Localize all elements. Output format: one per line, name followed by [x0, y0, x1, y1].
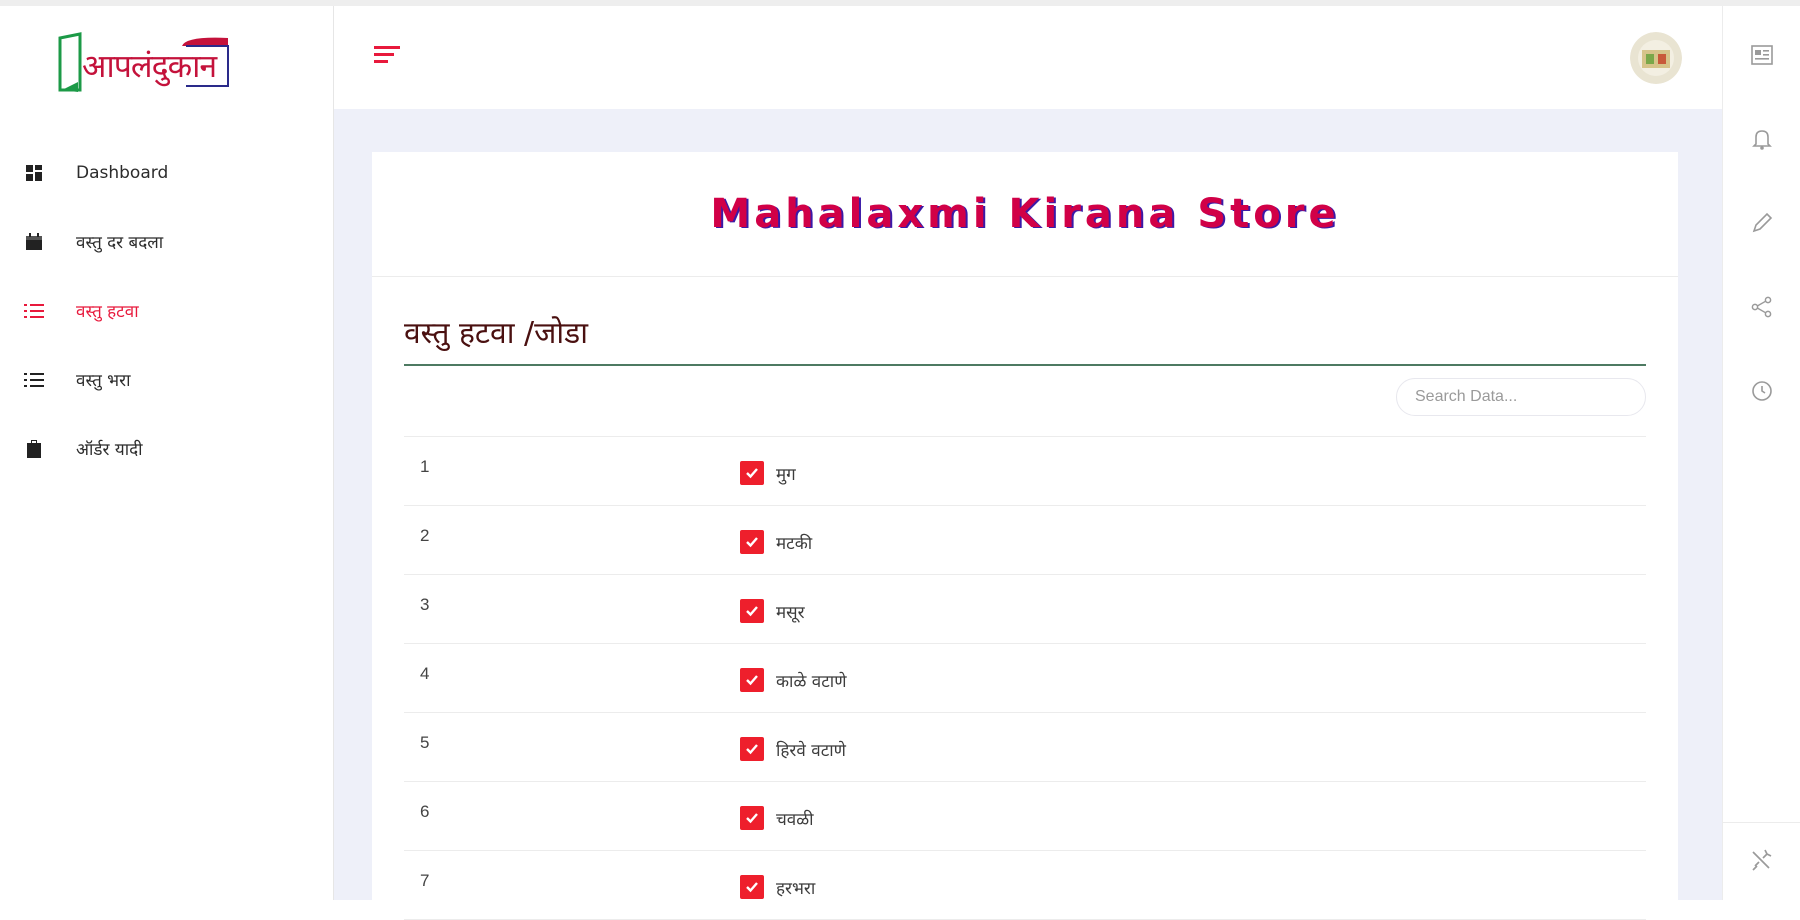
table-row: 2 मटकी	[404, 506, 1646, 575]
user-avatar[interactable]	[1630, 32, 1682, 84]
table-row: 4 काळे वटाणे	[404, 644, 1646, 713]
list-icon	[24, 370, 44, 390]
share-icon[interactable]	[1749, 294, 1775, 320]
item-name: काळे वटाणे	[776, 672, 847, 692]
table-row: 1 मुग	[404, 437, 1646, 506]
item-checkbox[interactable]	[740, 530, 764, 554]
item-checkbox[interactable]	[740, 668, 764, 692]
row-number: 2	[420, 526, 430, 545]
section-title: वस्तु हटवा /जोडा	[404, 277, 1646, 366]
row-number: 7	[420, 871, 430, 890]
rail-divider	[1723, 822, 1800, 823]
sidebar-item-label: वस्तु भरा	[76, 371, 131, 391]
row-number: 5	[420, 733, 430, 752]
item-name: मसूर	[776, 603, 805, 623]
logo-text: आपलंदुकान	[82, 47, 217, 85]
item-checkbox[interactable]	[740, 806, 764, 830]
settings-tool-icon[interactable]	[1749, 848, 1775, 874]
sidebar-item-change-rate[interactable]: वस्तु दर बदला	[0, 207, 334, 276]
table-row: 3 मसूर	[404, 575, 1646, 644]
item-name: हरभरा	[776, 879, 816, 899]
store-name: Mahalaxmi Kirana Store	[710, 191, 1340, 237]
sidebar-nav: Dashboard वस्तु दर बदला वस्तु हटवा वस्तु…	[0, 138, 334, 483]
check-icon	[746, 537, 758, 548]
bell-icon[interactable]	[1749, 126, 1775, 152]
item-checkbox[interactable]	[740, 737, 764, 761]
row-number: 6	[420, 802, 430, 821]
check-icon	[746, 675, 758, 686]
hamburger-menu-icon[interactable]	[374, 42, 404, 68]
search-input[interactable]	[1396, 378, 1646, 416]
card-header: Mahalaxmi Kirana Store	[372, 152, 1678, 277]
top-bar	[334, 6, 1722, 109]
item-name: चवळी	[776, 810, 814, 830]
item-name: मटकी	[776, 534, 813, 554]
pencil-icon[interactable]	[1749, 210, 1775, 236]
check-icon	[746, 882, 758, 893]
sidebar-item-label: Dashboard	[76, 162, 169, 183]
item-table: 1 मुग 2 मटकी 3 मसूर 4 काळे वटाणे 5 हिरवे…	[404, 436, 1646, 920]
row-number: 4	[420, 664, 430, 683]
sidebar-item-dashboard[interactable]: Dashboard	[0, 138, 334, 207]
item-name: हिरवे वटाणे	[776, 741, 846, 761]
search-wrapper	[404, 378, 1646, 416]
clock-icon[interactable]	[1749, 378, 1775, 404]
list-icon	[24, 301, 44, 321]
right-rail	[1722, 6, 1800, 900]
check-icon	[746, 744, 758, 755]
sidebar-item-label: ऑर्डर यादी	[76, 440, 143, 460]
row-number: 1	[420, 457, 430, 476]
item-checkbox[interactable]	[740, 875, 764, 899]
sidebar-item-remove-item[interactable]: वस्तु हटवा	[0, 276, 334, 345]
table-row: 7 हरभरा	[404, 851, 1646, 920]
row-number: 3	[420, 595, 430, 614]
sidebar-item-order-list[interactable]: ऑर्डर यादी	[0, 414, 334, 483]
check-icon	[746, 468, 758, 479]
sidebar-item-label: वस्तु हटवा	[76, 302, 139, 322]
card-body: वस्तु हटवा /जोडा 1 मुग 2 मटकी 3	[372, 277, 1678, 920]
table-row: 5 हिरवे वटाणे	[404, 713, 1646, 782]
app-logo[interactable]: आपलंदुकान	[58, 30, 264, 102]
sidebar-item-label: वस्तु दर बदला	[76, 233, 164, 253]
news-icon[interactable]	[1749, 42, 1775, 68]
item-name: मुग	[776, 465, 796, 485]
main-area: Mahalaxmi Kirana Store वस्तु हटवा /जोडा …	[334, 6, 1722, 920]
calendar-icon	[24, 232, 44, 252]
sidebar: आपलंदुकान Dashboard वस्तु दर बदला वस्तु …	[0, 6, 334, 900]
store-card: Mahalaxmi Kirana Store वस्तु हटवा /जोडा …	[372, 152, 1678, 920]
item-checkbox[interactable]	[740, 599, 764, 623]
check-icon	[746, 606, 758, 617]
check-icon	[746, 813, 758, 824]
clipboard-icon	[24, 439, 44, 459]
dashboard-icon	[24, 163, 44, 183]
sidebar-item-add-item[interactable]: वस्तु भरा	[0, 345, 334, 414]
item-checkbox[interactable]	[740, 461, 764, 485]
table-row: 6 चवळी	[404, 782, 1646, 851]
